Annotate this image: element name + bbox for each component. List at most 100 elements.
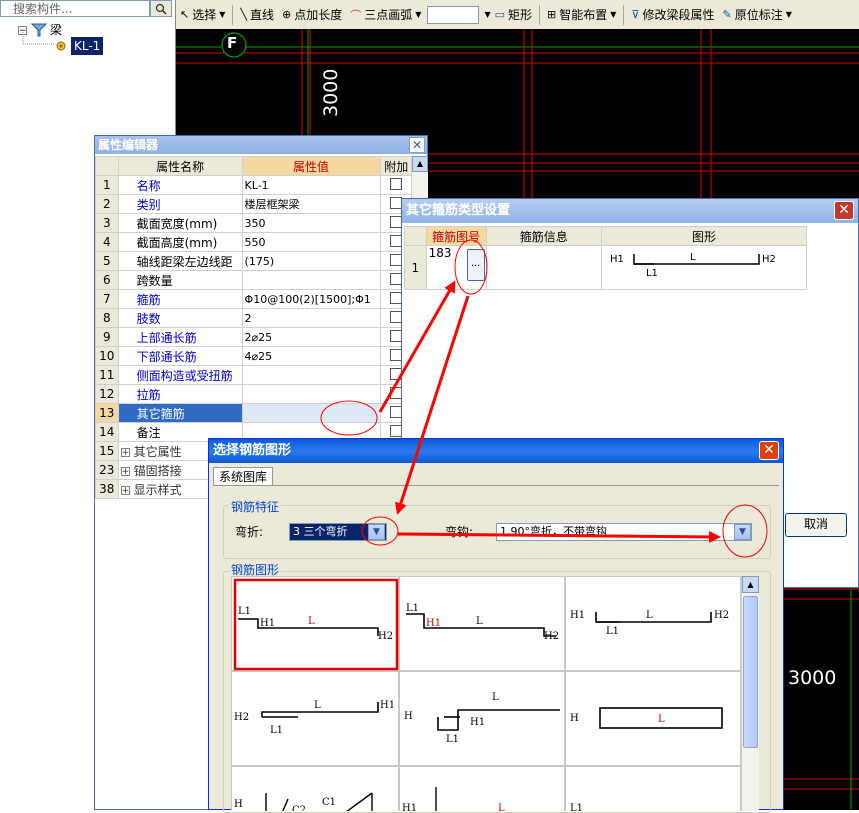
row-number: 1 xyxy=(95,175,119,195)
property-row[interactable]: 3 截面宽度(mm) 350 xyxy=(95,213,413,233)
property-name: 其它箍筋 xyxy=(117,403,243,423)
svg-text:C2: C2 xyxy=(292,805,306,811)
row-number: 2 xyxy=(95,194,119,214)
rect-button[interactable]: ▭ 矩形 xyxy=(491,4,536,26)
col-header-figure: 图形 xyxy=(600,226,808,246)
point-length-button[interactable]: ⊕ 点加长度 xyxy=(278,4,346,26)
shape-option-2[interactable]: L1 H1 L H2 xyxy=(399,576,565,671)
property-value[interactable]: 2⌀25 xyxy=(241,327,381,347)
tree-node-kl1[interactable]: KL-1 xyxy=(55,37,104,55)
property-name: 轴线距梁左边线距 xyxy=(117,251,243,271)
property-row[interactable]: 1 名称 KL-1 xyxy=(95,175,413,195)
property-group-name: 其它属性 xyxy=(133,444,182,459)
select-rebar-shape-dialog: 选择钢筋图形 ✕ 系统图库 钢筋特征 弯折: 3 三个弯折 ▼ 弯钩: 1 90… xyxy=(208,438,784,813)
arc-icon: ⌒ xyxy=(350,8,362,22)
property-editor-close-button[interactable]: ✕ xyxy=(409,137,425,153)
row-number: 5 xyxy=(95,251,119,271)
search-input[interactable]: 搜索构件... xyxy=(0,0,150,17)
property-value[interactable]: 550 xyxy=(241,232,381,252)
shape-picker-ellipsis-button[interactable]: ... xyxy=(466,249,485,281)
svg-text:L: L xyxy=(646,610,653,621)
stirrup-info-cell[interactable] xyxy=(485,245,602,290)
shape-1-drawing: L1 H1 L H2 xyxy=(233,578,399,671)
property-name: 跨数量 xyxy=(117,270,243,290)
property-value[interactable]: (175) xyxy=(241,251,381,271)
shape-grid-scrollbar[interactable]: ▲ xyxy=(741,576,759,811)
scroll-thumb[interactable] xyxy=(743,596,758,748)
shape-dialog-titlebar: 选择钢筋图形 ✕ xyxy=(209,439,783,463)
expand-icon[interactable]: + xyxy=(120,466,130,476)
property-row[interactable]: 10 下部通长筋 4⌀25 xyxy=(95,346,413,366)
expand-icon[interactable]: + xyxy=(120,485,130,495)
shape-option-7[interactable]: H C2 C1 xyxy=(231,766,399,811)
bend-label: 弯折: xyxy=(235,525,264,539)
property-value[interactable] xyxy=(241,270,381,290)
property-row[interactable]: 2 类别 楼层框架梁 xyxy=(95,194,413,214)
three-point-arc-button[interactable]: ⌒ 三点画弧 ▼ xyxy=(346,4,425,26)
stirrup-figure-cell: H1 L H2 L1 xyxy=(600,245,808,290)
property-row[interactable]: 11 侧面构造或受扭筋 xyxy=(95,365,413,385)
shape-option-6[interactable]: H L xyxy=(565,671,741,766)
col-header-shape-no: 箍筋图号 xyxy=(425,226,487,246)
shape-option-3[interactable]: H1 L H2 L1 xyxy=(565,576,741,671)
property-row[interactable]: 13 其它箍筋 xyxy=(95,403,413,423)
tab-system-library[interactable]: 系统图库 xyxy=(213,467,273,486)
property-value[interactable]: 楼层框架梁 xyxy=(241,194,381,214)
hook-select[interactable]: 1 90°弯折，不带弯钩 xyxy=(496,523,752,541)
property-value[interactable] xyxy=(241,403,381,423)
svg-text:L1: L1 xyxy=(606,626,619,637)
shape-5-drawing: H L H1 L1 xyxy=(404,692,560,745)
stirrup-shape-no-cell[interactable]: 183 ... xyxy=(425,245,487,290)
drawing-toolbar: ↖ 选择 ▼ ╲ 直线 ⊕ 点加长度 ⌒ 三点画弧 ▼ ▼ ▭ 矩形 ⊞ 智能布… xyxy=(176,0,859,30)
property-value[interactable]: 4⌀25 xyxy=(241,346,381,366)
line-button[interactable]: ╲ 直线 xyxy=(236,4,278,26)
shape-option-8[interactable]: H1 L xyxy=(399,766,565,811)
axis-f-label: F xyxy=(227,34,238,52)
property-row[interactable]: 9 上部通长筋 2⌀25 xyxy=(95,327,413,347)
shape-option-1[interactable]: L1 H1 L H2 xyxy=(231,576,399,671)
shape-option-5[interactable]: H L H1 L1 xyxy=(399,671,565,766)
stirrup-dialog-close-button[interactable]: ✕ xyxy=(834,201,854,220)
scroll-up-icon[interactable]: ▲ xyxy=(742,576,759,593)
property-value[interactable]: 350 xyxy=(241,213,381,233)
separator xyxy=(623,4,625,25)
hook-dropdown-icon[interactable]: ▼ xyxy=(734,524,751,540)
col-header-extra: 附加 xyxy=(379,156,413,176)
cancel-button[interactable]: 取消 xyxy=(785,513,847,537)
svg-text:L1: L1 xyxy=(238,606,251,617)
property-row[interactable]: 4 截面高度(mm) 550 xyxy=(95,232,413,252)
svg-text:L1: L1 xyxy=(406,603,419,614)
property-value[interactable] xyxy=(241,365,381,385)
property-extra-cell[interactable] xyxy=(379,175,413,195)
property-group-name: 显示样式 xyxy=(133,482,182,497)
tree-node-kl1-label: KL-1 xyxy=(71,37,104,55)
shape-dialog-close-button[interactable]: ✕ xyxy=(759,441,779,460)
property-value[interactable]: 2 xyxy=(241,308,381,328)
property-row[interactable]: 6 跨数量 xyxy=(95,270,413,290)
property-value[interactable]: Φ10@100(2)[1500];Φ1 xyxy=(241,289,381,309)
select-button[interactable]: ↖ 选择 ▼ xyxy=(176,4,229,26)
shape-7-drawing: H C2 C1 xyxy=(234,792,373,811)
row-number: 8 xyxy=(95,308,119,328)
scroll-up-icon[interactable]: ▲ xyxy=(412,156,428,172)
property-value[interactable]: KL-1 xyxy=(241,175,381,195)
property-row[interactable]: 8 肢数 2 xyxy=(95,308,413,328)
fig-l-label: L xyxy=(689,252,696,263)
property-row[interactable]: 12 拉筋 xyxy=(95,384,413,404)
stirrup-dialog-title: 其它箍筋类型设置 xyxy=(406,203,511,218)
property-row[interactable]: 5 轴线距梁左边线距 (175) xyxy=(95,251,413,271)
expand-icon[interactable]: + xyxy=(120,447,130,457)
shape-option-4[interactable]: H2 L H1 L1 xyxy=(231,671,399,766)
extra-checkbox[interactable] xyxy=(390,177,403,190)
in-situ-button[interactable]: ✎ 原位标注 ▼ xyxy=(718,4,795,26)
modify-span-button[interactable]: ⊽ 修改梁段属性 xyxy=(627,4,718,26)
row-number: 11 xyxy=(95,365,119,385)
shape-option-9[interactable]: L1 xyxy=(565,766,741,811)
search-button[interactable] xyxy=(150,0,172,17)
bend-dropdown-icon[interactable]: ▼ xyxy=(368,524,385,540)
property-value[interactable] xyxy=(241,384,381,404)
smart-layout-button[interactable]: ⊞ 智能布置 ▼ xyxy=(543,4,620,26)
arc-param-input[interactable] xyxy=(427,5,480,24)
stirrup-row-number: 1 xyxy=(404,245,427,290)
property-row[interactable]: 7 箍筋 Φ10@100(2)[1500];Φ1 xyxy=(95,289,413,309)
